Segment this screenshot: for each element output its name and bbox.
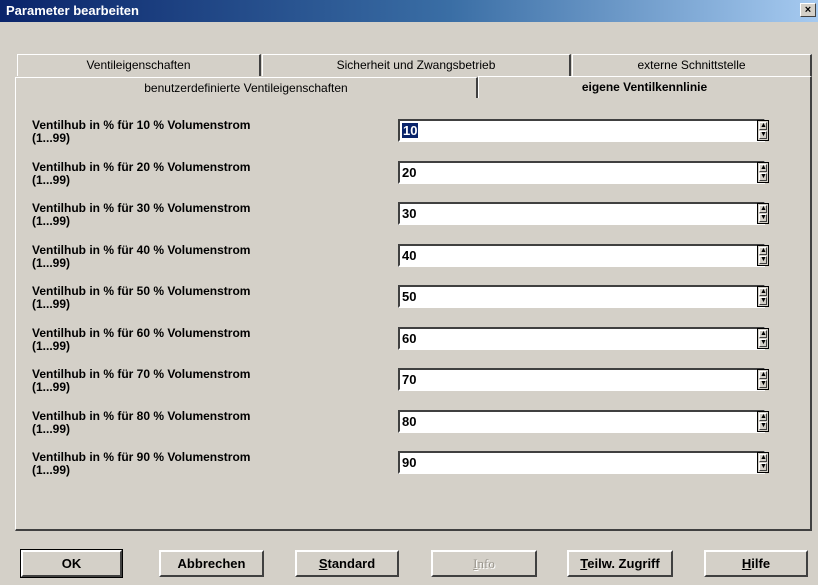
cancel-button[interactable]: Abbrechen xyxy=(159,550,264,577)
spin-up-icon[interactable]: ▲ xyxy=(759,163,767,172)
value-spinner[interactable]: ▲ ▼ xyxy=(757,410,769,432)
parameter-row: Ventilhub in % für 40 % Volumenstrom (1..… xyxy=(0,243,790,284)
parameter-value-input[interactable]: 90 xyxy=(398,451,765,474)
spin-up-icon[interactable]: ▲ xyxy=(759,329,767,338)
parameter-value-input[interactable]: 60 xyxy=(398,326,765,350)
parameter-range: (1...99) xyxy=(32,380,71,394)
tab-eigene-ventilkennlinie[interactable]: eigene Ventilkennlinie xyxy=(478,76,812,100)
spin-up-icon[interactable]: ▲ xyxy=(759,122,767,130)
value-spinner[interactable]: ▲ ▼ xyxy=(757,244,769,266)
spin-down-icon[interactable]: ▼ xyxy=(759,172,767,181)
value-spinner[interactable]: ▲ ▼ xyxy=(757,161,769,183)
spin-up-icon[interactable]: ▲ xyxy=(759,371,767,379)
info-button: Info xyxy=(431,550,537,577)
parameter-label: Ventilhub in % für 10 % Volumenstrom (1..… xyxy=(32,119,372,145)
parameter-value-input[interactable]: 50 xyxy=(398,285,765,308)
parameter-row: Ventilhub in % für 30 % Volumenstrom (1..… xyxy=(0,202,790,242)
parameter-range: (1...99) xyxy=(32,214,71,228)
parameter-label: Ventilhub in % für 60 % Volumenstrom (1..… xyxy=(32,326,372,353)
parameter-range: (1...99) xyxy=(32,131,71,145)
spin-up-icon[interactable]: ▲ xyxy=(759,205,767,213)
window-title: Parameter bearbeiten xyxy=(6,3,139,18)
spin-down-icon[interactable]: ▼ xyxy=(759,214,767,222)
parameter-label: Ventilhub in % für 30 % Volumenstrom (1..… xyxy=(32,202,372,228)
close-icon: × xyxy=(804,4,812,16)
tab-benutzerdefinierte[interactable]: benutzerdefinierte Ventileigenschaften xyxy=(15,77,478,98)
value-spinner[interactable]: ▲ ▼ xyxy=(757,327,769,349)
help-button[interactable]: Hilfe xyxy=(704,550,808,577)
spin-down-icon[interactable]: ▼ xyxy=(759,421,767,430)
parameter-label: Ventilhub in % für 90 % Volumenstrom (1..… xyxy=(32,451,372,477)
parameter-row: Ventilhub in % für 10 % Volumenstrom (1..… xyxy=(0,119,790,159)
tab-externe-schnittstelle[interactable]: externe Schnittstelle xyxy=(572,54,812,76)
parameter-range: (1...99) xyxy=(32,338,71,353)
parameter-range: (1...99) xyxy=(32,297,71,311)
parameter-label: Ventilhub in % für 70 % Volumenstrom (1..… xyxy=(32,368,372,394)
spin-down-icon[interactable]: ▼ xyxy=(759,463,767,471)
spin-up-icon[interactable]: ▲ xyxy=(759,246,767,255)
parameter-value-input[interactable]: 10 xyxy=(398,119,765,142)
parameter-value-input[interactable]: 30 xyxy=(398,202,765,225)
value-spinner[interactable]: ▲ ▼ xyxy=(757,369,769,390)
ok-button[interactable]: OK xyxy=(20,549,123,578)
parameter-label: Ventilhub in % für 20 % Volumenstrom (1..… xyxy=(32,160,372,187)
spin-down-icon[interactable]: ▼ xyxy=(759,297,767,305)
value-spinner[interactable]: ▲ ▼ xyxy=(757,120,769,141)
value-spinner[interactable]: ▲ ▼ xyxy=(757,203,769,224)
parameter-row: Ventilhub in % für 80 % Volumenstrom (1..… xyxy=(0,409,790,450)
close-button[interactable]: × xyxy=(800,3,816,17)
parameter-row: Ventilhub in % für 60 % Volumenstrom (1..… xyxy=(0,326,790,367)
parameter-value-input[interactable]: 20 xyxy=(398,160,765,184)
parameter-label: Ventilhub in % für 50 % Volumenstrom (1..… xyxy=(32,285,372,311)
value-spinner[interactable]: ▲ ▼ xyxy=(757,286,769,307)
parameter-row: Ventilhub in % für 20 % Volumenstrom (1..… xyxy=(0,160,790,201)
spin-down-icon[interactable]: ▼ xyxy=(759,338,767,347)
parameter-range: (1...99) xyxy=(32,421,71,436)
parameter-row: Ventilhub in % für 90 % Volumenstrom (1..… xyxy=(0,451,790,491)
spin-down-icon[interactable]: ▼ xyxy=(759,380,767,388)
partial-access-button[interactable]: Teilw. Zugriff xyxy=(567,550,673,577)
parameter-row: Ventilhub in % für 50 % Volumenstrom (1..… xyxy=(0,285,790,325)
title-bar[interactable]: Parameter bearbeiten × xyxy=(0,0,818,22)
tab-sicherheit[interactable]: Sicherheit und Zwangsbetrieb xyxy=(262,54,571,76)
parameter-range: (1...99) xyxy=(32,172,71,187)
spin-up-icon[interactable]: ▲ xyxy=(759,454,767,462)
tab-ventileigenschaften[interactable]: Ventileigenschaften xyxy=(17,54,261,76)
parameter-row: Ventilhub in % für 70 % Volumenstrom (1..… xyxy=(0,368,790,408)
parameter-range: (1...99) xyxy=(32,463,71,477)
parameter-label: Ventilhub in % für 40 % Volumenstrom (1..… xyxy=(32,243,372,270)
parameter-range: (1...99) xyxy=(32,255,71,270)
spin-up-icon[interactable]: ▲ xyxy=(759,288,767,296)
parameter-value-input[interactable]: 80 xyxy=(398,409,765,433)
parameter-label: Ventilhub in % für 80 % Volumenstrom (1..… xyxy=(32,409,372,436)
spin-down-icon[interactable]: ▼ xyxy=(759,131,767,139)
dialog-body: Ventileigenschaften Sicherheit und Zwang… xyxy=(0,22,818,585)
parameter-value-input[interactable]: 70 xyxy=(398,368,765,391)
standard-button[interactable]: Standard xyxy=(295,550,399,577)
spin-down-icon[interactable]: ▼ xyxy=(759,255,767,264)
spin-up-icon[interactable]: ▲ xyxy=(759,412,767,421)
parameter-value-input[interactable]: 40 xyxy=(398,243,765,267)
value-spinner[interactable]: ▲ ▼ xyxy=(757,452,769,473)
